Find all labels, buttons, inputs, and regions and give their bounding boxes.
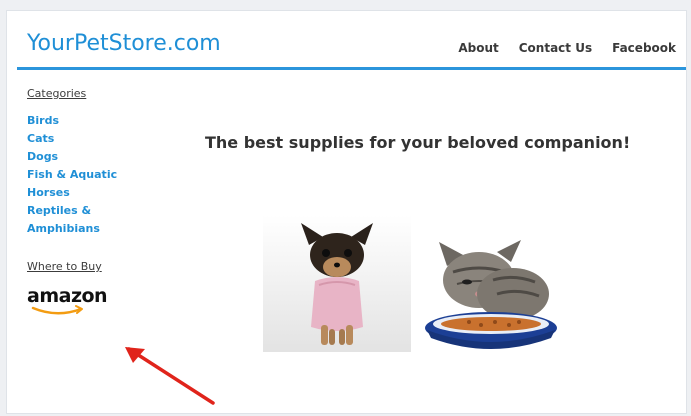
top-nav: About Contact Us Facebook: [458, 41, 676, 55]
category-birds[interactable]: Birds: [27, 112, 147, 130]
dog-photo: [263, 215, 411, 352]
header-divider: [17, 67, 686, 70]
where-to-buy-heading: Where to Buy: [27, 260, 102, 273]
category-cats[interactable]: Cats: [27, 130, 147, 148]
sidebar: Categories Birds Cats Dogs Fish & Aquati…: [27, 87, 147, 321]
header: YourPetStore.com About Contact Us Facebo…: [7, 11, 686, 70]
site-logo[interactable]: YourPetStore.com: [27, 31, 221, 56]
category-horses[interactable]: Horses: [27, 184, 147, 202]
category-dogs[interactable]: Dogs: [27, 148, 147, 166]
amazon-logo-text: amazon: [27, 285, 108, 307]
page: YourPetStore.com About Contact Us Facebo…: [6, 10, 687, 414]
amazon-logo-link[interactable]: amazon: [27, 285, 117, 321]
category-fish-aquatic[interactable]: Fish & Aquatic: [27, 166, 147, 184]
nav-contact-us[interactable]: Contact Us: [519, 41, 592, 55]
red-arrow-icon: [125, 347, 215, 405]
category-reptiles[interactable]: Reptiles &: [27, 202, 147, 220]
nav-facebook[interactable]: Facebook: [612, 41, 676, 55]
kitten-photo: [417, 236, 565, 354]
categories-heading: Categories: [27, 87, 87, 100]
amazon-smile-icon: [31, 305, 83, 315]
category-list: Birds Cats Dogs Fish & Aquatic Horses Re…: [27, 112, 147, 238]
category-amphibians[interactable]: Amphibians: [27, 220, 147, 238]
nav-about[interactable]: About: [458, 41, 498, 55]
tagline: The best supplies for your beloved compa…: [205, 133, 631, 152]
